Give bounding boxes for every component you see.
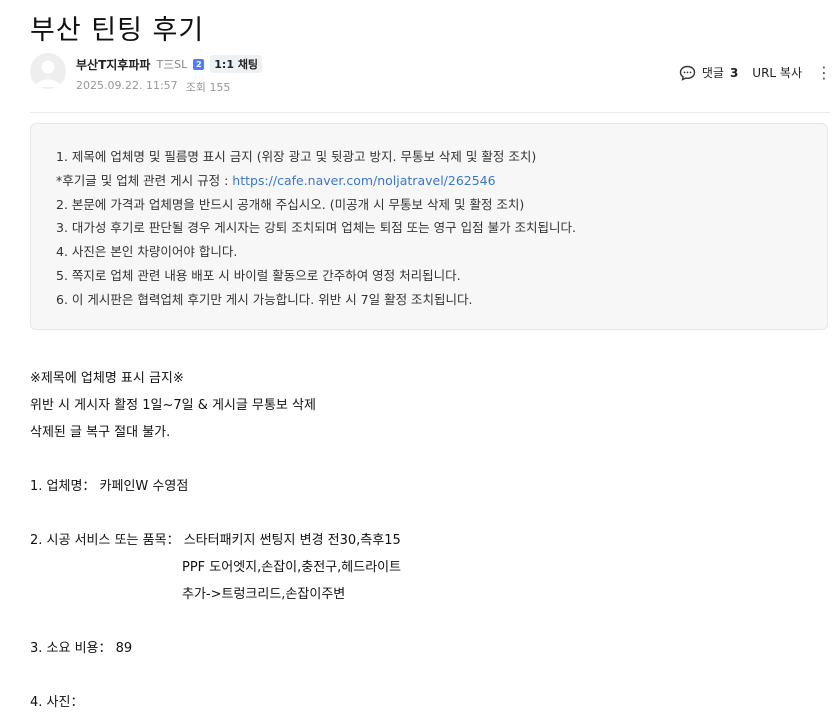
- body-line: 추가->트렁크리드,손잡이주변: [182, 587, 346, 602]
- notice-line: 1. 제목에 업체명 및 필름명 표시 금지 (위장 광고 및 뒷광고 방지. …: [56, 149, 537, 164]
- views: 조회 155: [186, 79, 231, 95]
- notice-line: 6. 이 게시판은 협력업체 후기만 게시 가능합니다. 위반 시 7일 활정 …: [56, 291, 473, 307]
- post-meta: 2025.09.22. 11:57 조회 155: [76, 79, 230, 95]
- url-copy-button[interactable]: URL 복사: [752, 64, 802, 81]
- author-grade: T三SL: [156, 58, 188, 71]
- page-title: 부산 틴팅 후기: [30, 15, 205, 46]
- post-date: 2025.09.22. 11:57: [76, 79, 178, 92]
- views-count: 155: [209, 81, 231, 94]
- body-line: 1. 업체명： 카페인W 수영점: [30, 479, 189, 494]
- notice-link-prefix: *후기글 및 업체 관련 게시 규정 :: [56, 172, 233, 188]
- chat-button[interactable]: 1:1 채팅: [210, 55, 263, 73]
- header-divider: [30, 112, 830, 113]
- post-body: ※제목에 업체명 표시 금지※ 위반 시 게시자 활정 1일~7일 & 게시글 …: [30, 365, 401, 716]
- author-info: 부산T지후파파 T三SL 2 1:1 채팅: [76, 55, 263, 73]
- body-line: 삭제된 글 복구 절대 불가.: [30, 425, 171, 440]
- notice-box: 1. 제목에 업체명 및 필름명 표시 금지 (위장 광고 및 뒷광고 방지. …: [30, 123, 828, 330]
- body-line: PPF 도어엣지,손잡이,충전구,헤드라이트: [182, 560, 402, 575]
- notice-line: *후기글 및 업체 관련 게시 규정 : https://cafe.naver.…: [56, 169, 827, 193]
- body-line: 위반 시 게시자 활정 1일~7일 & 게시글 무통보 삭제: [30, 398, 316, 413]
- comment-count: 3: [729, 65, 739, 80]
- views-label: 조회: [185, 81, 206, 94]
- post-tools: 댓글 3 URL 복사 ⋮: [679, 64, 832, 81]
- body-line: 2. 시공 서비스 또는 품목： 스타터패키지 썬팅지 변경 전30,측후15: [30, 533, 401, 548]
- notice-rules-link[interactable]: https://cafe.naver.com/noljatravel/26254…: [232, 173, 495, 188]
- author-name[interactable]: 부산T지후파파: [76, 56, 150, 73]
- notice-line: 5. 쪽지로 업체 관련 내용 배포 시 바이럴 활동으로 간주하여 영정 처리…: [56, 267, 461, 283]
- avatar[interactable]: [30, 53, 66, 89]
- comment-icon: [679, 65, 696, 81]
- notice-line: 4. 사진은 본인 차량이어야 합니다.: [56, 244, 238, 260]
- body-line: 4. 사진：: [30, 695, 84, 710]
- more-vertical-icon[interactable]: ⋮: [816, 64, 832, 80]
- comment-button[interactable]: 댓글 3: [679, 64, 738, 81]
- notice-line: 2. 본문에 가격과 업체명을 반드시 공개해 주십시오. (미공개 시 무통보…: [56, 196, 525, 212]
- body-line: ※제목에 업체명 표시 금지※: [30, 371, 184, 386]
- notice-line: 3. 대가성 후기로 판단될 경우 게시자는 강퇴 조치되며 업체는 퇴점 또는…: [56, 220, 577, 236]
- grade-badge-icon: 2: [193, 58, 205, 70]
- comment-label: 댓글: [701, 66, 724, 80]
- body-line: 3. 소요 비용： 89: [30, 641, 133, 656]
